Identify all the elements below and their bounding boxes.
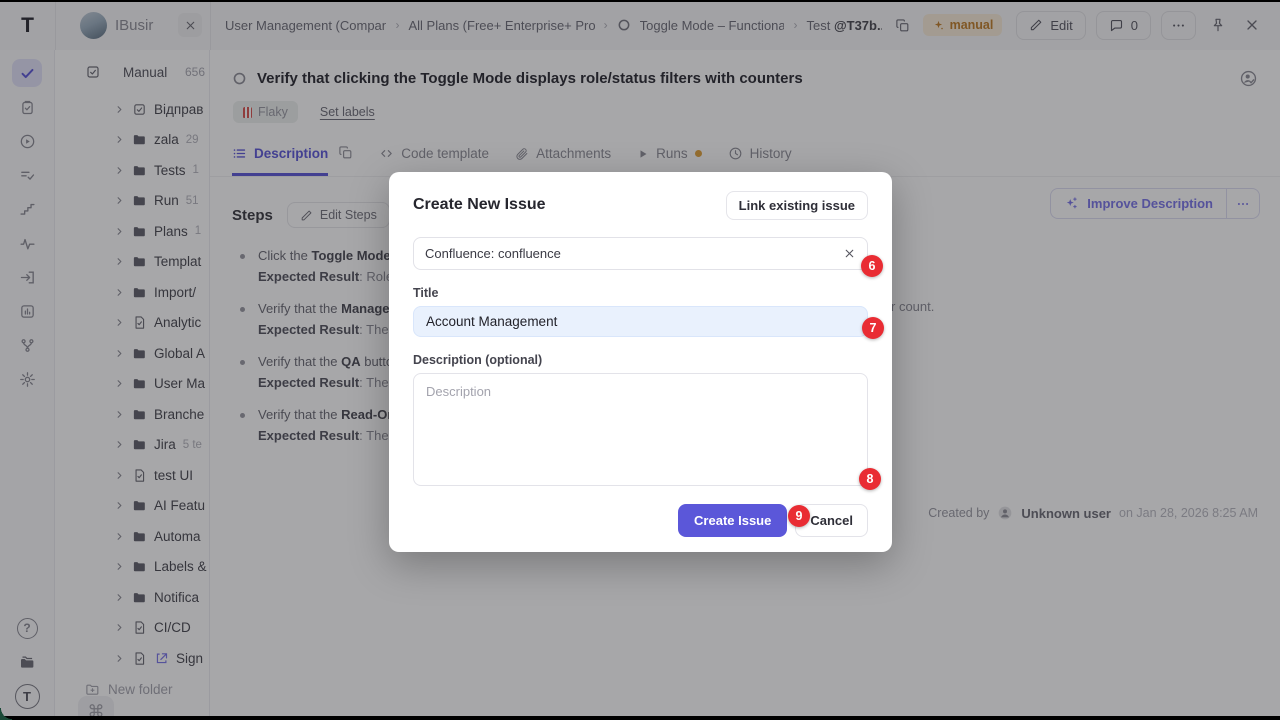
issue-description-textarea[interactable] — [413, 373, 868, 486]
screen-edge-bottom — [0, 716, 1280, 720]
link-existing-issue-button[interactable]: Link existing issue — [726, 191, 868, 220]
clear-selection-icon[interactable] — [843, 247, 856, 260]
annotation-badge-7: 7 — [862, 317, 884, 339]
window-corner — [0, 708, 12, 720]
annotation-badge-6: 6 — [861, 255, 883, 277]
title-field-label: Title — [413, 286, 868, 300]
integration-value: Confluence: confluence — [425, 246, 561, 261]
app-window: T IBusir User Management (Compan... › Al… — [0, 0, 1280, 720]
annotation-badge-8: 8 — [859, 468, 881, 490]
create-issue-modal: Link existing issue Create New Issue Con… — [389, 172, 892, 552]
annotation-badge-9: 9 — [788, 505, 810, 527]
create-issue-button[interactable]: Create Issue — [678, 504, 787, 537]
issue-title-input[interactable] — [413, 306, 868, 337]
screen-edge-top — [0, 0, 1280, 2]
description-field-label: Description (optional) — [413, 353, 868, 367]
integration-select[interactable]: Confluence: confluence — [413, 237, 868, 270]
